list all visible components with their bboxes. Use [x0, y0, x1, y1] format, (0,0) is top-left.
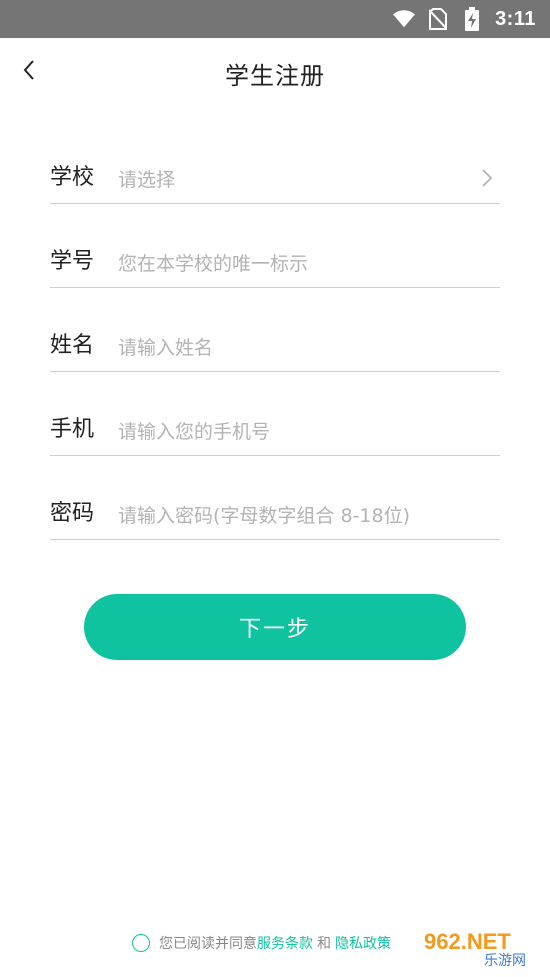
name-field: 姓名 — [50, 288, 500, 372]
status-bar: 3:11 — [0, 0, 550, 38]
agreement-row: 您已阅读并同意 服务条款 和 隐私政策 — [132, 930, 391, 956]
chevron-right-icon — [480, 167, 494, 189]
watermark-bottom-text: 乐游网 — [484, 953, 526, 969]
privacy-link[interactable]: 隐私政策 — [335, 933, 391, 953]
battery-charging-icon — [461, 7, 483, 31]
password-input[interactable] — [118, 505, 500, 527]
status-time: 3:11 — [495, 7, 536, 30]
password-field: 密码 — [50, 456, 500, 540]
page-title: 学生注册 — [225, 61, 325, 90]
agreement-checkbox[interactable] — [132, 934, 150, 952]
password-label: 密码 — [50, 501, 95, 526]
chevron-left-icon — [22, 59, 36, 85]
registration-form: 学校 学号 姓名 手机 密码 — [50, 120, 500, 540]
name-label: 姓名 — [50, 333, 95, 358]
student-id-input[interactable] — [118, 253, 500, 275]
watermark-top-text: 962.NET — [424, 929, 511, 954]
school-label: 学校 — [50, 165, 95, 190]
student-id-field: 学号 — [50, 204, 500, 288]
phone-input[interactable] — [118, 421, 500, 443]
name-input[interactable] — [118, 337, 500, 359]
terms-link[interactable]: 服务条款 — [257, 933, 313, 953]
phone-field: 手机 — [50, 372, 500, 456]
agreement-and: 和 — [317, 936, 331, 952]
phone-label: 手机 — [50, 417, 95, 442]
wifi-icon — [393, 8, 416, 30]
school-select[interactable] — [118, 169, 500, 191]
student-id-label: 学号 — [50, 249, 95, 274]
header: 学生注册 — [0, 38, 550, 108]
no-sim-icon — [427, 8, 449, 30]
school-field[interactable]: 学校 — [50, 120, 500, 204]
site-watermark: 962.NET 乐游网 — [418, 925, 544, 971]
next-step-button[interactable]: 下一步 — [84, 594, 466, 660]
back-button[interactable] — [14, 57, 44, 87]
agreement-prefix: 您已阅读并同意 — [159, 936, 257, 952]
